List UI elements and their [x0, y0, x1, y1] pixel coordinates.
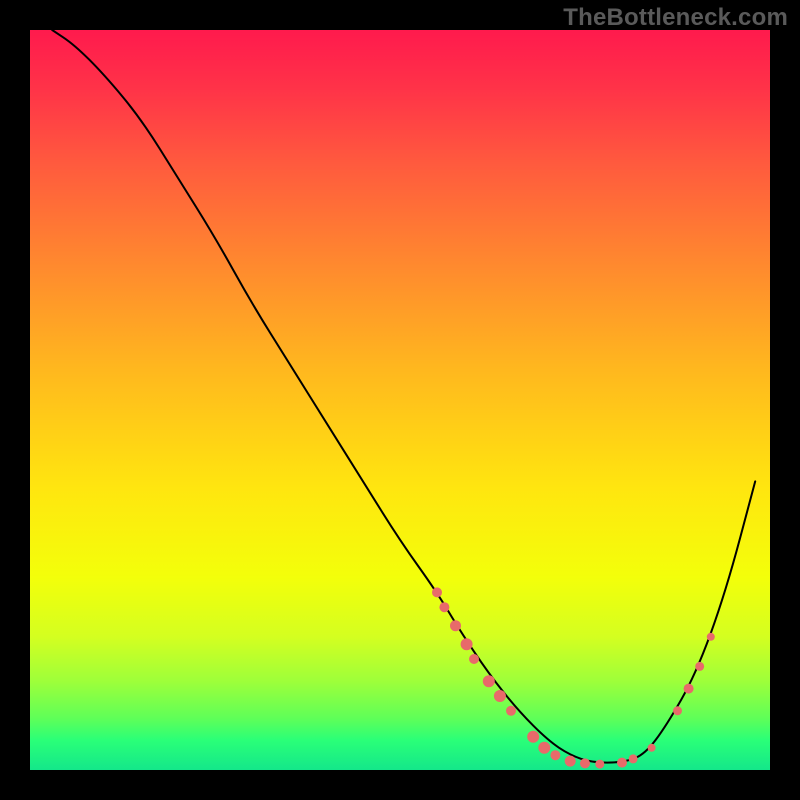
chart-svg [30, 30, 770, 770]
curve-marker [461, 638, 473, 650]
curve-marker [469, 654, 479, 664]
curve-marker [595, 760, 604, 769]
curve-marker [673, 706, 682, 715]
curve-marker [494, 690, 506, 702]
curve-marker [432, 587, 442, 597]
plot-area [30, 30, 770, 770]
curve-marker [695, 662, 704, 671]
curve-marker [550, 750, 560, 760]
chart-container: TheBottleneck.com [0, 0, 800, 800]
curve-marker [629, 754, 638, 763]
bottleneck-curve [52, 30, 755, 763]
curve-marker [617, 758, 627, 768]
curve-marker [538, 742, 550, 754]
curve-marker [707, 633, 715, 641]
curve-marker [684, 684, 694, 694]
curve-marker [580, 758, 590, 768]
curve-marker [506, 706, 516, 716]
curve-marker [439, 602, 449, 612]
curve-marker [565, 756, 576, 767]
curve-marker [450, 620, 461, 631]
curve-marker [527, 731, 539, 743]
curve-marker [648, 744, 656, 752]
watermark-text: TheBottleneck.com [563, 4, 788, 32]
curve-marker [483, 675, 495, 687]
